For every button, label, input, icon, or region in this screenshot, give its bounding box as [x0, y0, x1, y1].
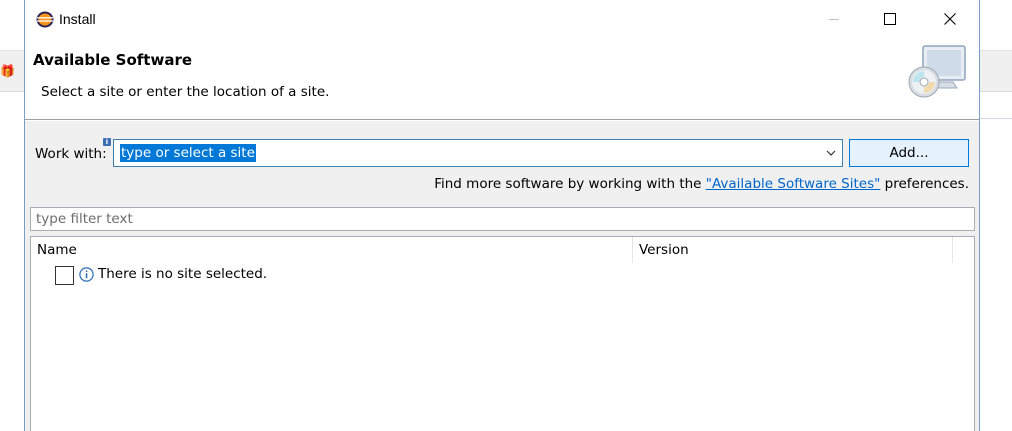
minimize-icon	[829, 19, 839, 20]
column-header-name[interactable]: Name	[31, 237, 632, 263]
maximize-icon	[884, 13, 896, 25]
page-title: Available Software	[33, 51, 193, 69]
column-divider	[952, 237, 953, 263]
work-with-input[interactable]: type or select a site	[120, 144, 256, 162]
maximize-button[interactable]	[863, 0, 917, 38]
filter-placeholder: type filter text	[36, 211, 133, 227]
filter-input[interactable]: type filter text	[30, 207, 975, 231]
page-description: Select a site or enter the location of a…	[41, 84, 330, 100]
add-button[interactable]: Add...	[849, 139, 969, 167]
find-more-text: Find more software by working with the "…	[434, 176, 969, 192]
eclipse-icon	[36, 11, 54, 28]
dialog-banner: Available Software Select a site or ente…	[25, 38, 979, 120]
background-toolbar-right	[980, 50, 1012, 92]
minimize-button[interactable]	[807, 0, 861, 38]
row-checkbox[interactable]	[55, 266, 74, 285]
info-icon	[79, 267, 94, 282]
tree-row[interactable]: There is no site selected.	[31, 263, 974, 285]
title-bar[interactable]: Install	[25, 0, 979, 38]
background-toolbar-icon: 🎁	[0, 64, 15, 78]
install-dialog: Install Available Software Select a site…	[24, 0, 980, 431]
window-title: Install	[59, 11, 96, 27]
find-more-prefix: Find more software by working with the	[434, 176, 706, 192]
close-icon	[944, 13, 956, 25]
column-header-version[interactable]: Version	[632, 237, 952, 263]
background-divider	[980, 118, 1012, 119]
work-with-combo[interactable]: type or select a site	[113, 139, 843, 167]
available-software-sites-link[interactable]: "Available Software Sites"	[706, 176, 881, 192]
row-label: There is no site selected.	[98, 266, 268, 282]
chevron-down-icon[interactable]	[824, 146, 838, 160]
install-software-icon	[908, 45, 966, 98]
dialog-body: Work with: i type or select a site Add..…	[25, 121, 979, 431]
find-more-suffix: preferences.	[880, 176, 969, 192]
close-button[interactable]	[923, 0, 977, 38]
work-with-label: Work with:	[35, 146, 107, 162]
software-tree[interactable]: Name Version There is no site selected.	[30, 236, 975, 431]
info-decoration-icon: i	[103, 138, 111, 146]
